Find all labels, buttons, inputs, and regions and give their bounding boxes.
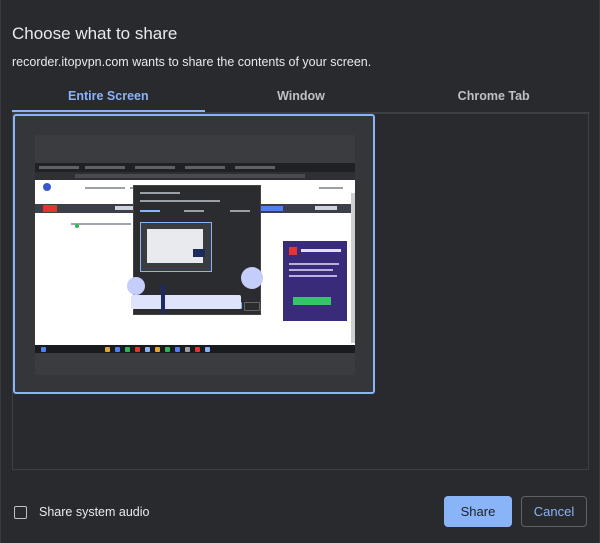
dialog-subtitle: recorder.itopvpn.com wants to share the … <box>12 55 372 69</box>
screen-thumbnail-image <box>35 135 355 375</box>
screen-thumbnail-card[interactable] <box>13 114 375 394</box>
screen-share-dialog: Choose what to share recorder.itopvpn.co… <box>0 0 600 543</box>
tab-entire-screen[interactable]: Entire Screen <box>12 82 205 112</box>
dialog-title: Choose what to share <box>12 24 178 43</box>
tab-window[interactable]: Window <box>205 82 398 112</box>
share-button[interactable]: Share <box>444 496 512 527</box>
share-source-tabs: Entire Screen Window Chrome Tab <box>12 82 590 113</box>
tab-chrome-tab[interactable]: Chrome Tab <box>397 82 590 112</box>
cancel-button[interactable]: Cancel <box>521 496 587 527</box>
dialog-footer: Share system audio Share Cancel <box>1 478 600 543</box>
share-audio-checkbox[interactable] <box>14 506 27 519</box>
share-audio-label: Share system audio <box>39 505 150 519</box>
share-source-list <box>12 113 589 470</box>
mini-taskbar <box>35 345 355 353</box>
mini-screen-preview <box>35 163 355 345</box>
